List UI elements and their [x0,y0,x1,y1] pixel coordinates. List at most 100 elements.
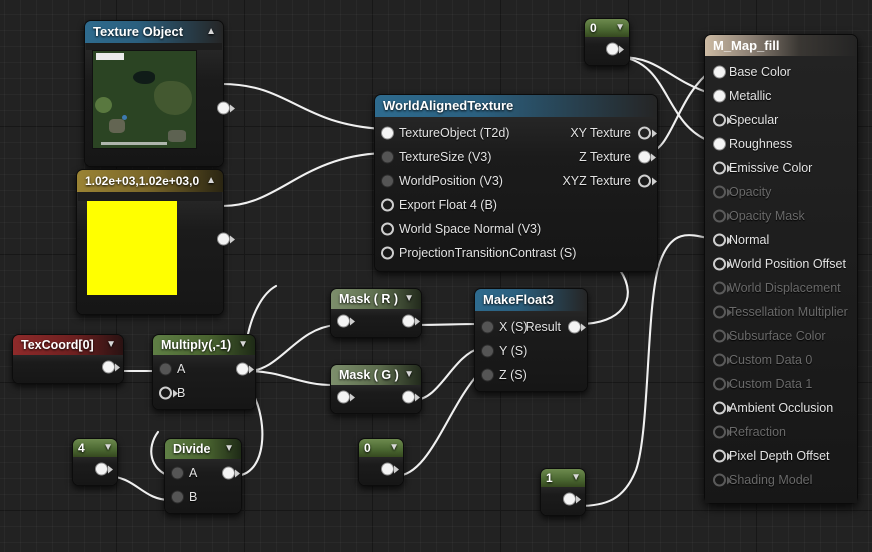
node-tex-coord[interactable]: TexCoord[0] ▼ [12,334,124,384]
node-header[interactable]: Texture Object ▲ [85,21,223,43]
input-pin-texturesize[interactable] [381,150,394,164]
input-pin-subsurface-color[interactable] [713,329,732,343]
input-pin-refraction[interactable] [713,425,732,439]
output-pin-value[interactable] [95,462,113,476]
node-header[interactable]: M_Map_fill [705,35,857,56]
pin-row-world-space-normal[interactable]: World Space Normal (V3) [375,217,657,241]
input-pin-tessellation-multiplier[interactable] [713,305,732,319]
input-pin-world-displacement[interactable] [713,281,732,295]
pin-row-roughness[interactable]: Roughness [705,132,857,156]
input-pin-y[interactable] [481,344,494,358]
pin-row-shading-model[interactable]: Shading Model [705,468,857,492]
pin-row-world-position-offset[interactable]: World Position Offset [705,252,857,276]
pin-row-texturesize[interactable]: TextureSize (V3) Z Texture [375,145,657,169]
input-pin-mask-g[interactable] [337,390,355,404]
node-mask-g[interactable]: Mask ( G ) ▼ [330,364,422,414]
node-header[interactable]: TexCoord[0] ▼ [13,335,123,355]
node-header[interactable]: 1 ▼ [541,469,585,487]
node-header[interactable]: Mask ( R ) ▼ [331,289,421,309]
pin-row-custom-data-0[interactable]: Custom Data 0 [705,348,857,372]
output-pin-value[interactable] [381,462,399,476]
output-pin-texture[interactable] [217,101,235,115]
input-pin-b[interactable] [171,490,184,504]
pin-row-specular[interactable]: Specular [705,108,857,132]
input-pin-opacity[interactable] [713,185,732,199]
node-header[interactable]: 0 ▼ [585,19,629,37]
node-texture-object[interactable]: Texture Object ▲ [84,20,235,167]
pin-row-opacity-mask[interactable]: Opacity Mask [705,204,857,228]
pin-row-world-displacement[interactable]: World Displacement [705,276,857,300]
input-pin-custom-data-1[interactable] [713,377,732,391]
pin-row-emissive-color[interactable]: Emissive Color [705,156,857,180]
output-pin-result[interactable] [222,466,240,480]
input-pin-pixel-depth-offset[interactable] [713,449,732,463]
pin-row-y[interactable]: Y (S) [475,339,587,363]
pin-row-opacity[interactable]: Opacity [705,180,857,204]
input-pin-metallic[interactable] [713,89,726,103]
pin-row-tessellation-multiplier[interactable]: Tessellation Multiplier [705,300,857,324]
output-pin-result[interactable] [568,320,586,334]
chevron-down-icon[interactable]: ▼ [404,289,414,309]
node-header[interactable]: 4 ▼ [73,439,117,457]
pin-row-a[interactable]: A [153,357,255,381]
chevron-down-icon[interactable]: ▼ [103,439,113,457]
node-header[interactable]: Divide ▼ [165,439,241,459]
output-pin-value[interactable] [217,232,235,246]
chevron-down-icon[interactable]: ▼ [389,439,399,457]
pin-row-b[interactable]: B [153,381,255,405]
input-pin-normal[interactable] [713,233,732,247]
node-constant-four[interactable]: 4 ▼ [72,438,118,486]
node-divide[interactable]: Divide ▼ A B [164,438,242,514]
node-constant-zero-top[interactable]: 0 ▼ [584,18,630,66]
input-pin-roughness[interactable] [713,137,726,151]
pin-row-x[interactable]: X (S) Result [475,315,587,339]
pin-row-z[interactable]: Z (S) [475,363,587,387]
pin-row-custom-data-1[interactable]: Custom Data 1 [705,372,857,396]
output-pin-z-texture[interactable] [638,150,656,164]
pin-row-subsurface-color[interactable]: Subsurface Color [705,324,857,348]
node-mask-r[interactable]: Mask ( R ) ▼ [330,288,422,338]
input-pin-opacity-mask[interactable] [713,209,732,223]
pin-row-normal[interactable]: Normal [705,228,857,252]
output-pin-result[interactable] [236,362,254,376]
node-material-output[interactable]: M_Map_fill Base Color Metallic Specular … [704,34,858,504]
chevron-down-icon[interactable]: ▼ [238,335,248,355]
pin-row-a[interactable]: A [165,461,241,485]
node-header[interactable]: WorldAlignedTexture [375,95,657,117]
chevron-down-icon[interactable]: ▼ [615,19,625,37]
input-pin-textureobject[interactable] [381,126,394,140]
output-pin-uv[interactable] [102,360,120,374]
input-pin-x[interactable] [481,320,494,334]
pin-row-export-float4[interactable]: Export Float 4 (B) [375,193,657,217]
pin-row-worldposition[interactable]: WorldPosition (V3) XYZ Texture [375,169,657,193]
input-pin-world-position-offset[interactable] [713,257,732,271]
output-pin-value[interactable] [606,42,624,56]
pin-row-metallic[interactable]: Metallic [705,84,857,108]
chevron-down-icon[interactable]: ▼ [224,439,234,459]
node-make-float3[interactable]: MakeFloat3 X (S) Result Y (S) Z (S) [474,288,588,392]
output-pin-mask-g[interactable] [402,390,420,404]
input-pin-emissive-color[interactable] [713,161,732,175]
input-pin-mask-r[interactable] [337,314,355,328]
input-pin-shading-model[interactable] [713,473,732,487]
chevron-up-icon[interactable]: ▲ [206,170,216,192]
chevron-down-icon[interactable]: ▼ [571,469,581,487]
node-constant-zero-mid[interactable]: 0 ▼ [358,438,404,486]
output-pin-mask-r[interactable] [402,314,420,328]
chevron-down-icon[interactable]: ▼ [404,365,414,385]
pin-row-b[interactable]: B [165,485,241,509]
node-header[interactable]: Mask ( G ) ▼ [331,365,421,385]
input-pin-specular[interactable] [713,113,732,127]
chevron-down-icon[interactable]: ▼ [106,335,116,355]
output-pin-value[interactable] [563,492,581,506]
pin-row-base-color[interactable]: Base Color [705,60,857,84]
node-world-aligned-texture[interactable]: WorldAlignedTexture TextureObject (T2d) … [374,94,658,272]
output-pin-xyz-texture[interactable] [638,174,657,188]
node-header[interactable]: MakeFloat3 [475,289,587,311]
input-pin-a[interactable] [171,466,184,480]
node-multiply[interactable]: Multiply(,-1) ▼ A B [152,334,256,410]
input-pin-projection-transition-contrast[interactable] [381,246,394,260]
input-pin-ambient-occlusion[interactable] [713,401,732,415]
input-pin-custom-data-0[interactable] [713,353,732,367]
input-pin-worldposition[interactable] [381,174,394,188]
